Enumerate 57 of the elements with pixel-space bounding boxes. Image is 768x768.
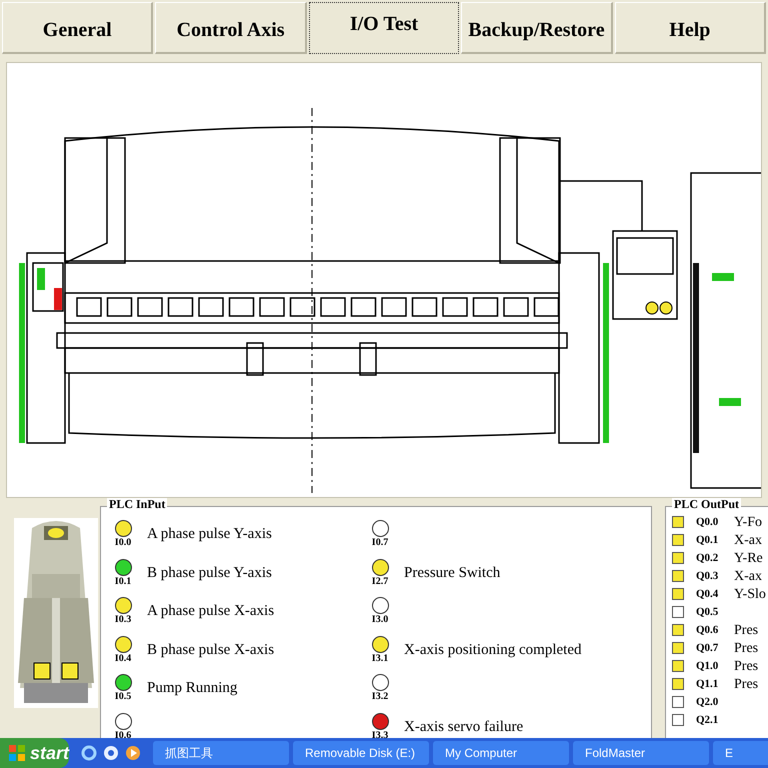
output-label: Pres <box>734 622 758 640</box>
output-address: Q0.0 <box>696 514 720 530</box>
input-label: A phase pulse Y-axis <box>147 525 272 544</box>
input-address: I0.5 <box>114 692 132 702</box>
output-address: Q0.2 <box>696 550 720 566</box>
output-address: Q2.1 <box>696 712 720 728</box>
output-label: X-ax <box>734 532 762 550</box>
input-address: I2.7 <box>372 576 388 587</box>
output-label: Y-Fo <box>734 514 762 532</box>
input-label: X-axis servo failure <box>404 718 524 736</box>
output-address: Q2.0 <box>696 694 720 710</box>
input-label: B phase pulse X-axis <box>147 640 274 660</box>
tab[interactable]: Help <box>614 2 766 54</box>
output-address: Q0.5 <box>696 604 720 620</box>
output-label: Y-Slo <box>734 586 766 604</box>
windows-logo-icon <box>8 744 26 762</box>
input-address: I0.1 <box>114 576 132 587</box>
output-address: Q1.0 <box>696 658 720 674</box>
input-address: I3.2 <box>372 692 388 702</box>
output-label: Y-Re <box>734 550 763 568</box>
taskbar-button[interactable]: Removable Disk (E:) <box>293 741 430 765</box>
input-label: A phase pulse X-axis <box>147 602 274 621</box>
browser-icon[interactable] <box>81 745 98 761</box>
output-address: Q0.1 <box>696 532 720 548</box>
output-address: Q0.3 <box>696 568 720 584</box>
taskbar-button[interactable]: E <box>713 741 768 765</box>
tab[interactable]: I/O Test <box>308 2 460 54</box>
input-label: B phase pulse Y-axis <box>147 564 272 582</box>
input-address: I0.7 <box>372 538 388 548</box>
taskbar-button[interactable]: 抓图工具 <box>153 741 290 765</box>
taskbar-button[interactable]: My Computer <box>433 741 570 765</box>
input-label: Pressure Switch <box>404 564 500 582</box>
media-player-icon[interactable] <box>125 745 142 761</box>
tab[interactable]: Backup/Restore <box>461 2 613 54</box>
input-address: I0.3 <box>114 615 132 626</box>
tab[interactable]: Control Axis <box>155 2 307 54</box>
output-address: Q0.4 <box>696 586 720 602</box>
output-label: Pres <box>734 658 758 676</box>
panel-title: PLC OutPut <box>672 498 742 510</box>
output-label: X-ax <box>734 568 762 586</box>
input-label: Pump Running <box>147 679 238 698</box>
panel-title: PLC InPut <box>107 498 168 510</box>
input-address: I3.1 <box>372 654 388 664</box>
input-address: I0.0 <box>114 538 132 548</box>
output-label: Pres <box>734 676 758 694</box>
refresh-icon[interactable] <box>103 745 120 761</box>
input-address: I0.6 <box>114 730 132 738</box>
input-address: I3.0 <box>372 615 388 626</box>
output-address: Q1.1 <box>696 676 720 692</box>
input-address: I0.4 <box>114 654 132 664</box>
output-label: Pres <box>734 640 758 658</box>
tab[interactable]: General <box>2 2 154 54</box>
output-address: Q0.6 <box>696 622 720 638</box>
input-label: X-axis positioning completed <box>404 640 582 660</box>
output-address: Q0.7 <box>696 640 720 656</box>
input-address: I3.3 <box>372 730 388 738</box>
taskbar-button[interactable]: FoldMaster <box>573 741 710 765</box>
